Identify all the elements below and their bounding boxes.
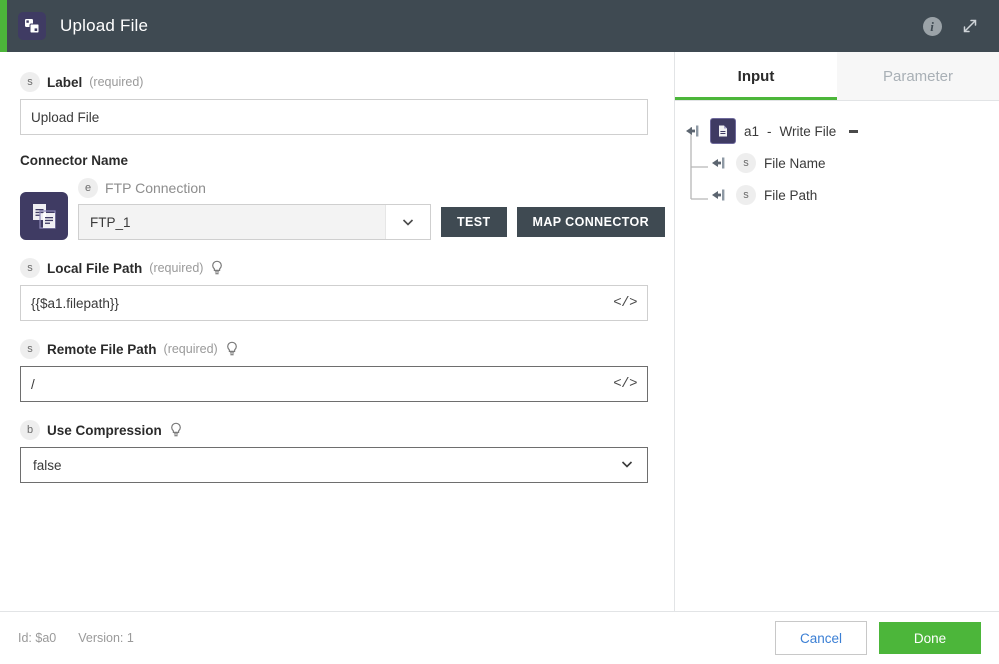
type-badge-boolean: b — [20, 420, 40, 440]
connector-select[interactable]: FTP_1 — [78, 204, 431, 240]
connector-section-title: Connector Name — [20, 153, 129, 168]
label-input[interactable]: Upload File — [20, 99, 648, 135]
tree-row-file-name[interactable]: s File Name — [711, 147, 999, 179]
tree-root-separator: - — [767, 123, 772, 139]
remote-file-path-name: Remote File Path — [47, 341, 157, 357]
type-badge-string: s — [736, 185, 756, 205]
label-field-labelrow: s Label (required) — [20, 72, 654, 92]
local-file-path-value: {{$a1.filepath}} — [31, 295, 119, 311]
dialog-title: Upload File — [60, 16, 149, 35]
dialog-body: s Label (required) Upload File Connector… — [0, 52, 999, 612]
remote-file-path-required: (required) — [163, 342, 218, 356]
lightbulb-icon[interactable] — [210, 260, 224, 276]
footer-id: Id: $a0 — [18, 631, 57, 645]
remote-file-path-labelrow: s Remote File Path (required) — [20, 339, 654, 359]
connector-sublabel: e FTP Connection — [78, 178, 431, 198]
use-compression-labelrow: b Use Compression — [20, 420, 654, 440]
input-arrow-icon — [685, 124, 702, 138]
input-arrow-icon — [711, 188, 728, 202]
local-file-path-labelrow: s Local File Path (required) — [20, 258, 654, 278]
info-icon[interactable]: i — [921, 15, 943, 37]
local-file-path-required: (required) — [149, 261, 204, 275]
type-badge-entity: e — [78, 178, 98, 198]
map-connector-button[interactable]: MAP CONNECTOR — [516, 207, 666, 237]
remote-file-path-input[interactable]: / </> — [20, 366, 648, 402]
use-compression-value: false — [33, 457, 62, 473]
use-compression-group: b Use Compression false — [20, 420, 654, 483]
tree-root-id: a1 — [744, 123, 760, 139]
side-panel-tabs: Input Parameter — [675, 52, 999, 101]
done-button[interactable]: Done — [879, 622, 981, 654]
tab-parameter[interactable]: Parameter — [837, 52, 999, 100]
dialog-titlebar: Upload File i — [0, 0, 999, 52]
form-pane: s Label (required) Upload File Connector… — [0, 52, 674, 611]
chevron-down-icon[interactable] — [385, 205, 430, 239]
footer-version: Version: 1 — [78, 631, 134, 645]
tree-row-root[interactable]: a1 - Write File — [685, 115, 999, 147]
code-toggle-icon[interactable]: </> — [613, 376, 637, 392]
remote-file-path-value: / — [31, 376, 35, 392]
chevron-down-icon[interactable] — [619, 456, 635, 475]
side-panel: Input Parameter a1 - Write File s File N… — [674, 52, 999, 611]
remote-file-path-group: s Remote File Path (required) / </> — [20, 339, 654, 402]
label-field-name: Label — [47, 74, 83, 90]
lightbulb-icon[interactable] — [225, 341, 239, 357]
tree-child-label: File Name — [764, 155, 826, 171]
file-node-icon — [710, 118, 736, 144]
upload-file-dialog: Upload File i s Label (required) Upload … — [0, 0, 999, 664]
ftp-documents-icon — [20, 192, 68, 240]
code-toggle-icon[interactable]: </> — [613, 295, 637, 311]
use-compression-name: Use Compression — [47, 422, 162, 438]
titlebar-actions: i — [921, 15, 999, 37]
label-field-group: s Label (required) Upload File — [20, 72, 654, 135]
overlapping-squares-icon — [18, 12, 46, 40]
tree-row-file-path[interactable]: s File Path — [711, 179, 999, 211]
expand-diagonal-icon[interactable] — [959, 15, 981, 37]
footer-actions: Cancel Done — [775, 621, 981, 655]
type-badge-string: s — [736, 153, 756, 173]
tab-input[interactable]: Input — [675, 52, 837, 100]
test-connection-button[interactable]: TEST — [441, 207, 507, 237]
tree-root-name: Write File — [779, 123, 837, 139]
local-file-path-name: Local File Path — [47, 260, 143, 276]
connector-group: Connector Name e FTP Connection FTP_1 TE… — [20, 153, 666, 240]
connector-sublabel-text: FTP Connection — [105, 180, 206, 196]
type-badge-string: s — [20, 258, 40, 278]
label-field-required: (required) — [89, 75, 144, 89]
input-tree: a1 - Write File s File Name s File Path — [675, 101, 999, 611]
connector-main: e FTP Connection FTP_1 — [78, 178, 431, 240]
dialog-footer: Id: $a0 Version: 1 Cancel Done — [0, 612, 999, 664]
type-badge-string: s — [20, 339, 40, 359]
cancel-button[interactable]: Cancel — [775, 621, 867, 655]
type-badge-string: s — [20, 72, 40, 92]
tree-child-label: File Path — [764, 187, 818, 203]
connector-select-value: FTP_1 — [90, 214, 131, 230]
label-input-value: Upload File — [31, 109, 100, 125]
use-compression-select[interactable]: false — [20, 447, 648, 483]
local-file-path-group: s Local File Path (required) {{$a1.filep… — [20, 258, 654, 321]
input-arrow-icon — [711, 156, 728, 170]
local-file-path-input[interactable]: {{$a1.filepath}} </> — [20, 285, 648, 321]
collapse-dash-icon[interactable] — [849, 129, 859, 133]
connector-row: e FTP Connection FTP_1 TEST MAP CONNECTO… — [20, 178, 666, 240]
lightbulb-icon[interactable] — [169, 422, 183, 438]
accent-bar — [0, 0, 7, 52]
